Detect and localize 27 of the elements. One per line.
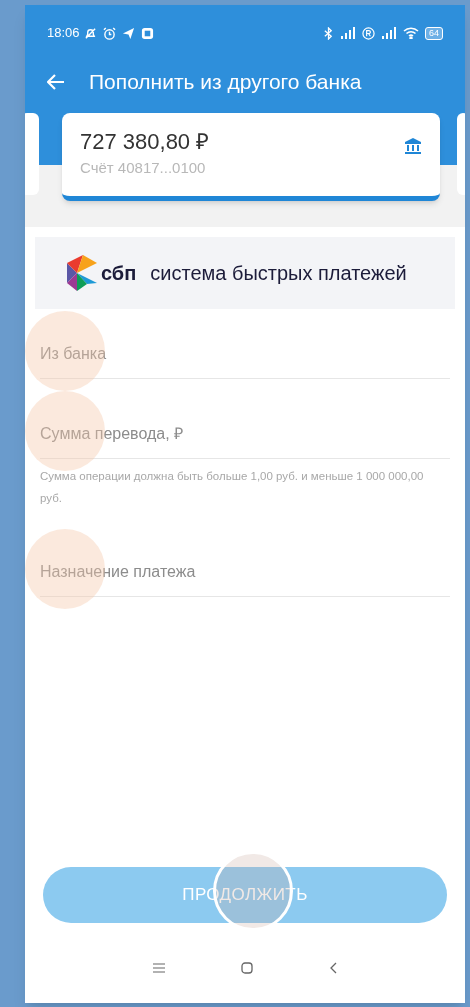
bell-off-icon — [83, 26, 97, 40]
status-time: 18:06 — [47, 24, 80, 43]
wifi-icon — [403, 27, 419, 39]
sbp-logo-text: сбп — [101, 261, 137, 286]
account-number: Счёт 40817...0100 — [80, 158, 207, 178]
signal-icon — [381, 27, 397, 39]
input-field[interactable]: Из банка — [40, 323, 450, 379]
input-field[interactable]: Сумма перевода, ₽ — [40, 403, 450, 459]
battery-indicator: 64 — [425, 26, 443, 40]
signal-icon — [340, 27, 356, 39]
account-balance: 727 380,80 ₽ — [80, 129, 211, 155]
account-card[interactable]: 727 380,80 ₽ Счёт 40817...0100 — [62, 113, 440, 201]
app-icon — [140, 26, 154, 40]
menu-icon[interactable] — [153, 963, 165, 973]
field-hint: Сумма операции должна быть больше 1,00 руб. и меньше 1 000 000,00 руб. — [40, 469, 425, 506]
back-icon[interactable] — [329, 962, 337, 974]
alarm-icon — [102, 26, 116, 40]
roaming-icon — [362, 26, 375, 40]
sbp-tagline: система быстрых платежей — [150, 261, 407, 286]
screen-title: Пополнить из другого банка — [89, 69, 362, 96]
send-icon — [121, 26, 135, 40]
bluetooth-icon — [323, 26, 334, 40]
sbp-logo-icon — [65, 253, 99, 293]
bank-icon — [404, 137, 422, 155]
back-arrow-icon[interactable] — [47, 74, 65, 90]
input-field[interactable]: Назначение платежа — [40, 541, 450, 597]
home-button-icon[interactable] — [241, 962, 253, 974]
